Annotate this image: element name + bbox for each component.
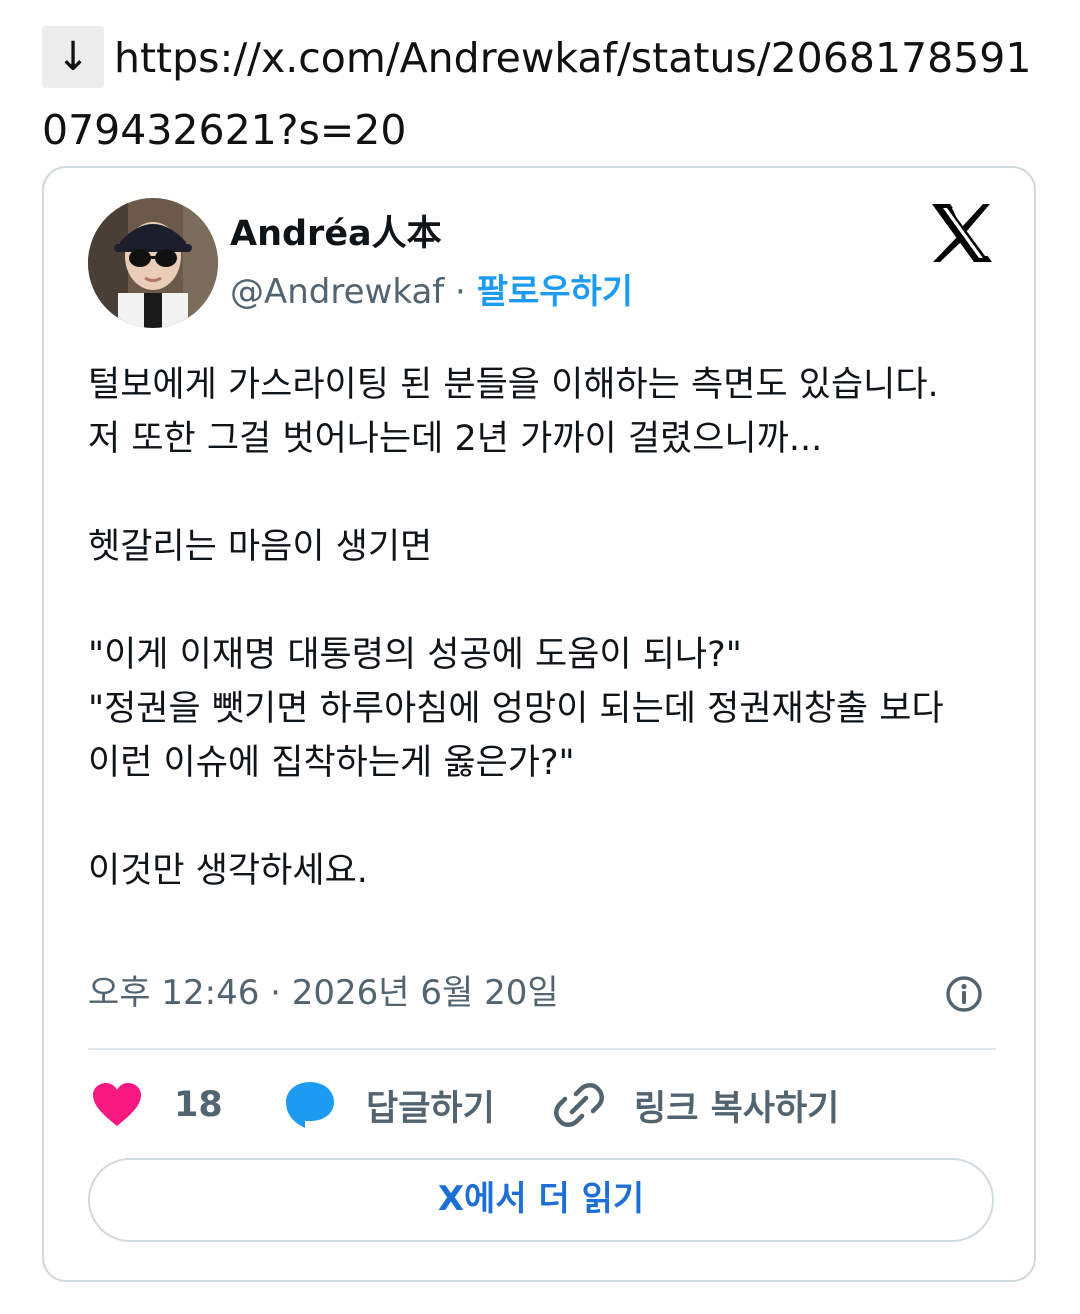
like-count: 18 — [174, 1085, 223, 1125]
x-logo-icon[interactable] — [930, 202, 994, 264]
handle-line: @Andrewkaf · 팔로우하기 — [230, 268, 633, 316]
source-url[interactable]: ↓ https://x.com/Andrewkaf/status/20681785… — [42, 22, 1042, 166]
author-name[interactable]: Andréa人本 — [230, 210, 442, 258]
reply-label: 답글하기 — [366, 1088, 495, 1129]
handle-separator: · — [444, 272, 477, 312]
copy-link-button[interactable]: 링크 복사하기 — [554, 1072, 839, 1138]
avatar[interactable] — [88, 198, 218, 328]
tweet-card: Andréa人本 @Andrewkaf · 팔로우하기 털보에게 가스라이팅 된… — [42, 166, 1036, 1282]
tweet-actions: 18 답글하기 링크 복사하기 — [88, 1072, 996, 1138]
like-button[interactable]: 18 — [92, 1072, 223, 1138]
link-icon — [554, 1083, 604, 1127]
arrow-down-icon: ↓ — [42, 26, 104, 88]
tweet-text: 털보에게 가스라이팅 된 분들을 이해하는 측면도 있습니다. 저 또한 그걸 … — [88, 365, 944, 891]
author-handle[interactable]: @Andrewkaf — [230, 272, 444, 312]
heart-icon — [93, 1083, 141, 1126]
info-icon[interactable] — [944, 974, 984, 1014]
read-more-button[interactable]: X에서 더 읽기 — [88, 1158, 994, 1242]
follow-button[interactable]: 팔로우하기 — [477, 272, 633, 312]
tweet-timestamp[interactable]: 오후 12:46 · 2026년 6월 20일 — [88, 968, 559, 1018]
divider — [88, 1048, 996, 1050]
reply-button[interactable]: 답글하기 — [284, 1072, 495, 1138]
copy-link-label: 링크 복사하기 — [634, 1088, 840, 1129]
speech-bubble-icon — [286, 1082, 334, 1128]
url-text[interactable]: https://x.com/Andrewkaf/status/206817859… — [42, 34, 1031, 154]
